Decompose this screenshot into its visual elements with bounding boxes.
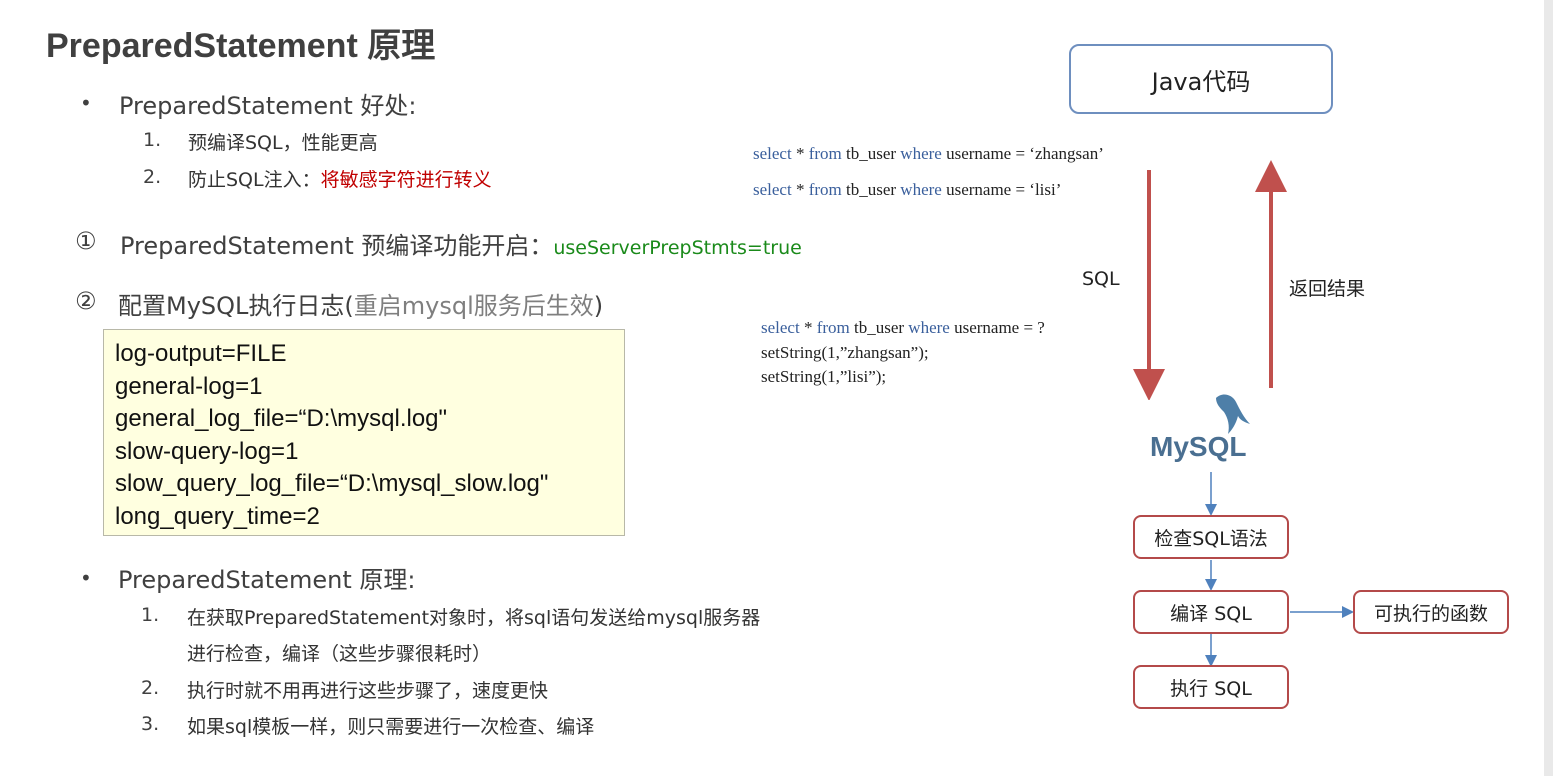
- config-code-box: log-output=FILE general-log=1 general_lo…: [103, 329, 625, 536]
- sql-query-line: select * from tb_user where username = ‘…: [753, 180, 1062, 199]
- set-string-line: setString(1,”lisi”);: [761, 367, 887, 386]
- benefit-item: 防止SQL注入：将敏感字符进行转义: [188, 169, 492, 191]
- principle-num: 2.: [141, 677, 160, 699]
- scrollbar-track[interactable]: [1544, 0, 1553, 776]
- benefits-heading: PreparedStatement 好处:: [119, 92, 417, 120]
- page-title: PreparedStatement 原理: [46, 27, 436, 65]
- config-line: slow-query-log=1: [115, 437, 299, 465]
- sql-label: SQL: [1082, 268, 1120, 290]
- executable-function-box: 可执行的函数: [1353, 590, 1509, 634]
- sql-query-line: select * from tb_user where username = ‘…: [753, 144, 1104, 163]
- config-line: slow_query_log_file=“D:\mysql_slow.log": [115, 470, 549, 497]
- execute-sql-step: 执行 SQL: [1133, 665, 1289, 709]
- benefit-num: 1.: [143, 129, 162, 151]
- restart-note: 重启mysql服务后生效: [353, 292, 594, 320]
- return-result-label: 返回结果: [1289, 278, 1366, 300]
- prepared-query-line: select * from tb_user where username = ?: [761, 318, 1045, 337]
- principle-num: 1.: [141, 604, 160, 626]
- principle-item: 执行时就不用再进行这些步骤了，速度更快: [187, 680, 549, 702]
- section1-text: PreparedStatement 预编译功能开启：useServerPrepS…: [120, 232, 802, 260]
- principle-num: 3.: [141, 713, 160, 735]
- section-marker: ①: [75, 227, 97, 255]
- benefit-item: 预编译SQL，性能更高: [188, 132, 378, 154]
- step-arrows: [1205, 472, 1354, 667]
- java-code-box: Java代码: [1069, 44, 1333, 114]
- principle-item: 如果sql模板一样，则只需要进行一次检查、编译: [187, 716, 595, 738]
- escape-highlight: 将敏感字符进行转义: [320, 169, 492, 191]
- set-string-line: setString(1,”zhangsan”);: [761, 343, 929, 362]
- check-syntax-step: 检查SQL语法: [1133, 515, 1289, 559]
- prep-config-code: useServerPrepStmts=true: [553, 237, 802, 259]
- mysql-logo-icon: MySQL: [1150, 394, 1250, 462]
- section2-text: 配置MySQL执行日志(重启mysql服务后生效): [118, 292, 604, 320]
- principle-item: 在获取PreparedStatement对象时，将sql语句发送给mysql服务…: [187, 607, 761, 629]
- section-marker: ②: [75, 287, 97, 315]
- principle-item: 进行检查，编译（这些步骤很耗时）: [187, 643, 492, 665]
- principle-heading: PreparedStatement 原理:: [118, 566, 416, 594]
- flow-arrows: [1133, 160, 1287, 400]
- config-line: general-log=1: [115, 372, 263, 400]
- config-line: log-output=FILE: [115, 340, 287, 367]
- mysql-logo-text: MySQL: [1150, 431, 1246, 462]
- config-line: long_query_time=2: [115, 502, 320, 530]
- benefit-num: 2.: [143, 166, 162, 188]
- config-line: general_log_file=“D:\mysql.log": [115, 405, 448, 432]
- bullet-dot: •: [80, 566, 92, 590]
- bullet-dot: •: [80, 91, 92, 115]
- compile-sql-step: 编译 SQL: [1133, 590, 1289, 634]
